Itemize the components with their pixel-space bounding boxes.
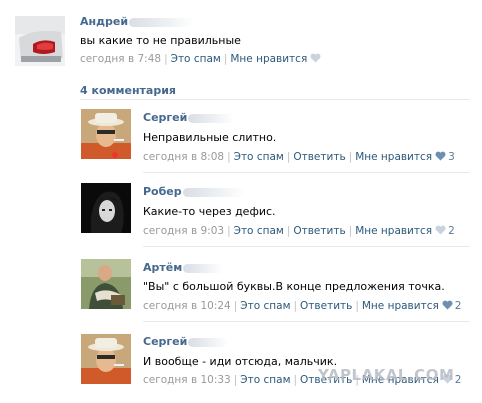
separator: |	[355, 300, 359, 312]
separator: |	[164, 53, 168, 65]
separator: |	[286, 225, 291, 237]
heart-icon[interactable]	[435, 225, 446, 235]
comment-like-link[interactable]: Мне нравится	[362, 300, 439, 312]
comment-avatar[interactable]	[81, 259, 131, 309]
comment-time[interactable]: сегодня в 8:08	[143, 151, 224, 163]
blurred-surname	[182, 187, 245, 197]
blurred-surname	[188, 337, 229, 347]
comment-avatar[interactable]	[81, 334, 131, 384]
comment-meta: сегодня в 10:24 | Это спам | Ответить | Мне нр…	[143, 300, 461, 312]
separator: |	[286, 151, 291, 163]
comment-spam-link[interactable]: Это спам	[234, 151, 284, 163]
like-count: 2	[454, 300, 462, 312]
comment-author-name-text[interactable]: Робер	[143, 185, 182, 198]
separator: |	[293, 300, 298, 312]
heart-icon[interactable]	[442, 300, 453, 310]
blurred-surname	[183, 263, 224, 273]
comment-avatar[interactable]	[81, 183, 131, 233]
comments-count-header[interactable]: 4 комментария	[80, 84, 176, 97]
blurred-surname	[188, 113, 235, 123]
heart-icon[interactable]	[435, 151, 446, 161]
comment-meta: сегодня в 8:08 | Это спам | Ответить | Мне нра…	[143, 151, 455, 163]
separator: |	[223, 53, 228, 65]
divider	[80, 99, 470, 100]
comment-meta: сегодня в 9:03 | Это спам | Ответить | Мне нра…	[143, 225, 455, 237]
divider	[143, 246, 470, 247]
man-in-hat-photo-icon	[81, 334, 131, 384]
post-like-link[interactable]: Мне нравится	[230, 53, 307, 65]
post-author-avatar[interactable]	[15, 16, 65, 66]
car-photo-icon	[15, 16, 65, 66]
man-in-hat-photo-icon	[81, 109, 131, 159]
separator: |	[227, 225, 231, 237]
watermark: YAPLAKAL.COM	[318, 366, 455, 384]
comment-reply-link[interactable]: Ответить	[293, 225, 345, 237]
comment-author-name[interactable]: Сергей	[143, 111, 235, 124]
comment-spam-link[interactable]: Это спам	[234, 225, 284, 237]
comment-like-link[interactable]: Мне нравится	[355, 151, 432, 163]
comment-text: "Вы" с большой буквы.В конце предложения…	[143, 280, 445, 293]
post-author-name-text[interactable]: Андрей	[80, 15, 128, 28]
comment-reply-link[interactable]: Ответить	[300, 300, 352, 312]
comment-time[interactable]: сегодня в 10:24	[143, 300, 231, 312]
comment-time[interactable]: сегодня в 10:33	[143, 374, 231, 386]
comment-author-name[interactable]: Артём	[143, 261, 224, 274]
post-author-name[interactable]: Андрей	[80, 15, 196, 28]
divider	[143, 321, 470, 322]
dark-portrait-photo-icon	[81, 183, 131, 233]
separator: |	[293, 374, 298, 386]
comment-author-name[interactable]: Сергей	[143, 335, 229, 348]
man-outdoors-photo-icon	[81, 259, 131, 309]
blurred-surname	[129, 17, 196, 27]
comment-time[interactable]: сегодня в 9:03	[143, 225, 224, 237]
comment-text: Какие-то через дефис.	[143, 205, 276, 218]
comment-author-name-text[interactable]: Артём	[143, 261, 182, 274]
separator: |	[348, 225, 353, 237]
comment-spam-link[interactable]: Это спам	[240, 374, 290, 386]
post-meta: сегодня в 7:48 | Это спам | Мне нравится	[80, 53, 321, 65]
comment-text: И вообще - иди отсюда, мальчик.	[143, 355, 338, 368]
post-time[interactable]: сегодня в 7:48	[80, 53, 161, 65]
post-spam-link[interactable]: Это спам	[171, 53, 221, 65]
divider	[143, 172, 470, 173]
post-text: вы какие то не правильные	[80, 34, 241, 47]
comment-reply-link[interactable]: Ответить	[293, 151, 345, 163]
comment-author-name[interactable]: Робер	[143, 185, 245, 198]
heart-icon[interactable]	[310, 53, 321, 63]
like-count: 2	[454, 374, 462, 386]
comment-spam-link[interactable]: Это спам	[240, 300, 290, 312]
comment-like-link[interactable]: Мне нравится	[355, 225, 432, 237]
separator: |	[233, 300, 238, 312]
like-count: 2	[448, 225, 455, 237]
comment-author-name-text[interactable]: Сергей	[143, 335, 187, 348]
separator: |	[233, 374, 238, 386]
separator: |	[227, 151, 231, 163]
like-count: 3	[448, 151, 455, 163]
comment-text: Неправильные слитно.	[143, 131, 277, 144]
comment-author-name-text[interactable]: Сергей	[143, 111, 187, 124]
separator: |	[348, 151, 353, 163]
comment-avatar[interactable]	[81, 109, 131, 159]
